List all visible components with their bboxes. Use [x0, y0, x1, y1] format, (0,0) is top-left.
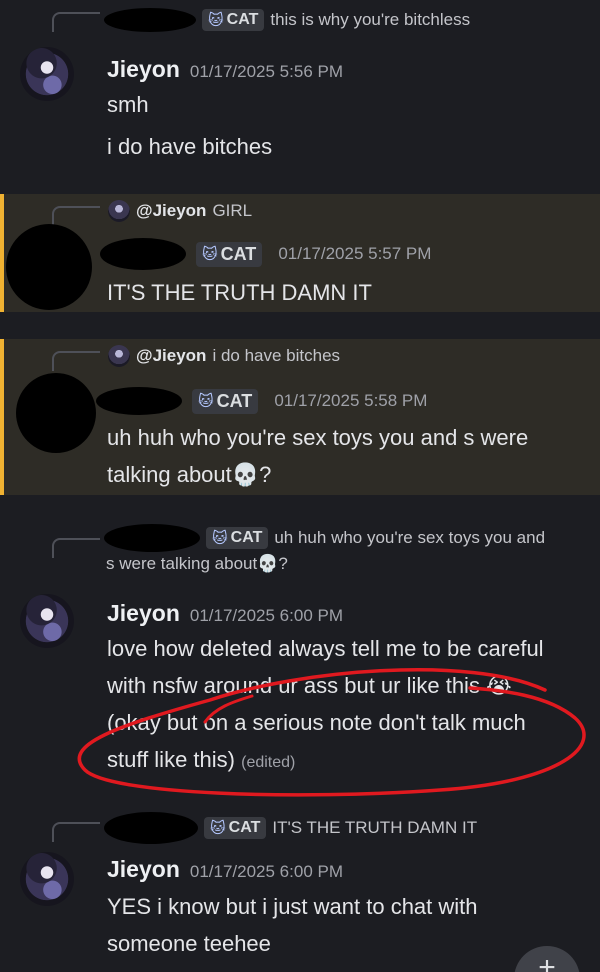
mini-avatar — [108, 200, 130, 222]
redacted-name — [104, 8, 196, 32]
message-4[interactable]: 🐱 CAT uh huh who you're sex toys you and … — [0, 516, 600, 806]
reply-preview[interactable]: @Jieyon i do have bitches — [108, 345, 340, 367]
mini-avatar — [108, 345, 130, 367]
reply-preview-continued[interactable]: s were talking about💀? — [106, 554, 288, 574]
message-text: IT'S THE TRUTH DAMN IT — [107, 280, 372, 305]
avatar[interactable] — [20, 594, 74, 648]
reply-text: IT'S THE TRUTH DAMN IT — [272, 818, 478, 837]
message-1[interactable]: 🐱 CAT this is why you're bitchless Jieyon… — [0, 0, 600, 190]
author-name[interactable]: Jieyon — [107, 856, 180, 883]
reply-mention[interactable]: @Jieyon — [136, 346, 206, 366]
author-name[interactable]: Jieyon — [107, 56, 180, 83]
timestamp: 01/17/2025 6:00 PM — [189, 862, 343, 881]
cat-icon: 🐱 — [208, 12, 224, 29]
timestamp: 01/17/2025 5:57 PM — [278, 244, 432, 263]
cat-tag: 🐱 CAT — [192, 388, 259, 414]
message-header: 🐱 CAT 01/17/2025 5:58 PM — [96, 387, 427, 415]
reply-text: GIRL — [212, 201, 253, 220]
timestamp: 01/17/2025 6:00 PM — [189, 606, 343, 625]
author-name[interactable]: Jieyon — [107, 600, 180, 627]
message-2[interactable]: @Jieyon GIRL 🐱 CAT 01/17/2025 5:57 PM IT'… — [0, 194, 600, 312]
cat-icon: 🐱 — [198, 393, 214, 410]
reply-connector — [52, 822, 100, 842]
message-header: Jieyon 01/17/2025 6:00 PM — [107, 856, 343, 883]
reply-connector — [52, 538, 100, 558]
message-text: YES i know but i just want to chat with … — [107, 894, 478, 956]
message-header: 🐱 CAT 01/17/2025 5:57 PM — [100, 238, 431, 270]
reply-connector — [52, 12, 100, 32]
redacted-name — [104, 812, 198, 844]
cat-tag: 🐱 CAT — [206, 527, 269, 549]
redacted-name — [104, 524, 200, 552]
message-header: Jieyon 01/17/2025 6:00 PM — [107, 600, 343, 627]
reply-text: i do have bitches — [212, 346, 341, 365]
reply-preview[interactable]: 🐱 CAT IT'S THE TRUTH DAMN IT — [104, 812, 477, 844]
redacted-avatar — [6, 224, 92, 310]
redacted-name — [100, 238, 186, 270]
message-5[interactable]: 🐱 CAT IT'S THE TRUTH DAMN IT Jieyon 01/17… — [0, 806, 600, 972]
message-text: i do have bitches — [107, 134, 273, 159]
cat-tag: 🐱 CAT — [202, 9, 265, 31]
timestamp: 01/17/2025 5:56 PM — [189, 62, 343, 81]
reply-preview[interactable]: 🐱 CAT uh huh who you're sex toys you and — [104, 524, 545, 552]
reply-connector — [52, 351, 100, 371]
message-text: uh huh who you're sex toys you and s wer… — [107, 425, 529, 487]
cat-tag: 🐱 CAT — [204, 817, 267, 839]
cat-icon: 🐱 — [202, 246, 218, 263]
reply-preview[interactable]: @Jieyon GIRL — [108, 200, 252, 222]
reply-text: s were talking about💀? — [106, 554, 288, 573]
cat-tag: 🐱 CAT — [196, 241, 263, 267]
redacted-name — [96, 387, 182, 415]
message-header: Jieyon 01/17/2025 5:56 PM — [107, 56, 343, 83]
avatar[interactable] — [20, 852, 74, 906]
avatar[interactable] — [20, 47, 74, 101]
message-3[interactable]: @Jieyon i do have bitches 🐱 CAT 01/17/202… — [0, 339, 600, 495]
cat-icon: 🐱 — [212, 530, 228, 547]
reply-preview[interactable]: 🐱 CAT this is why you're bitchless — [104, 8, 470, 32]
reply-mention[interactable]: @Jieyon — [136, 201, 206, 221]
message-text: smh — [107, 92, 149, 117]
reply-text: this is why you're bitchless — [270, 10, 471, 29]
timestamp: 01/17/2025 5:58 PM — [274, 391, 428, 410]
cat-icon: 🐱 — [210, 820, 226, 837]
message-text: love how deleted always tell me to be ca… — [107, 636, 544, 772]
redacted-avatar — [16, 373, 96, 453]
reply-text: uh huh who you're sex toys you and — [274, 528, 546, 547]
edited-label: (edited) — [241, 754, 296, 771]
reply-connector — [52, 206, 100, 226]
